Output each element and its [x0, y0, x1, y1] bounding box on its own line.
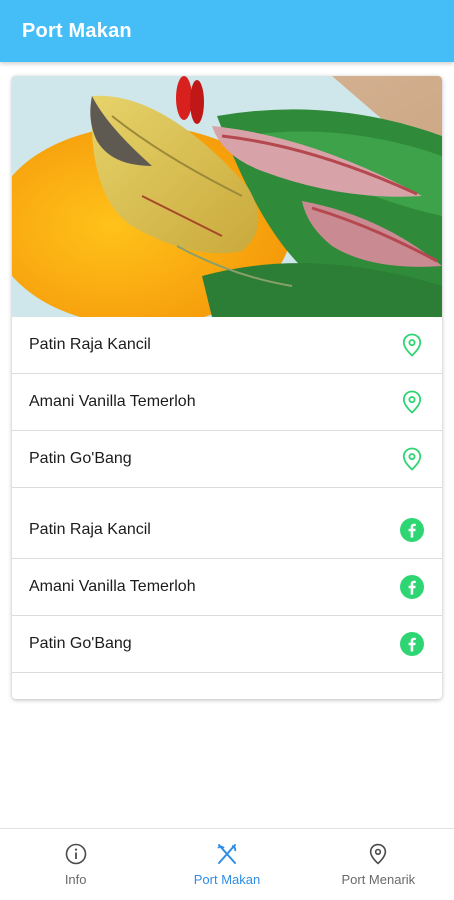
- restaurant-name: Patin Go'Bang: [29, 450, 132, 467]
- map-pin-icon[interactable]: [400, 447, 424, 471]
- restaurant-name: Amani Vanilla Temerloh: [29, 578, 196, 595]
- facebook-row-patin-gobang[interactable]: Patin Go'Bang: [12, 616, 442, 673]
- info-icon: [64, 842, 88, 866]
- facebook-row-amani-vanilla[interactable]: Amani Vanilla Temerloh: [12, 559, 442, 616]
- hero-food-image: [12, 76, 442, 317]
- nav-item-port-makan[interactable]: Port Makan: [151, 829, 302, 900]
- restaurant-name: Patin Raja Kancil: [29, 336, 151, 353]
- map-pin-icon[interactable]: [400, 333, 424, 357]
- page-title: Port Makan: [22, 19, 132, 42]
- facebook-icon[interactable]: [400, 518, 424, 542]
- facebook-icon[interactable]: [400, 575, 424, 599]
- map-pin-icon: [366, 842, 390, 866]
- restaurant-list: Patin Raja Kancil Amani Vanilla Temerloh…: [12, 317, 442, 673]
- nav-label: Info: [64, 872, 87, 887]
- nav-label: Port Makan: [193, 872, 261, 887]
- location-row-patin-gobang[interactable]: Patin Go'Bang: [12, 431, 442, 488]
- bottom-navigation: Info Port Makan Port Menarik: [0, 828, 454, 900]
- nav-label: Port Menarik: [341, 872, 416, 887]
- nav-item-info[interactable]: Info: [0, 829, 151, 900]
- app-bar: Port Makan: [0, 0, 454, 62]
- restaurant-name: Patin Raja Kancil: [29, 521, 151, 538]
- restaurant-card: Patin Raja Kancil Amani Vanilla Temerloh…: [12, 76, 442, 699]
- restaurant-name: Amani Vanilla Temerloh: [29, 393, 196, 410]
- location-row-amani-vanilla[interactable]: Amani Vanilla Temerloh: [12, 374, 442, 431]
- restaurant-name: Patin Go'Bang: [29, 635, 132, 652]
- map-pin-icon[interactable]: [400, 390, 424, 414]
- location-row-patin-raja-kancil[interactable]: Patin Raja Kancil: [12, 317, 442, 374]
- facebook-row-patin-raja-kancil[interactable]: Patin Raja Kancil: [12, 502, 442, 559]
- nav-item-port-menarik[interactable]: Port Menarik: [303, 829, 454, 900]
- facebook-icon[interactable]: [400, 632, 424, 656]
- utensils-icon: [215, 842, 239, 866]
